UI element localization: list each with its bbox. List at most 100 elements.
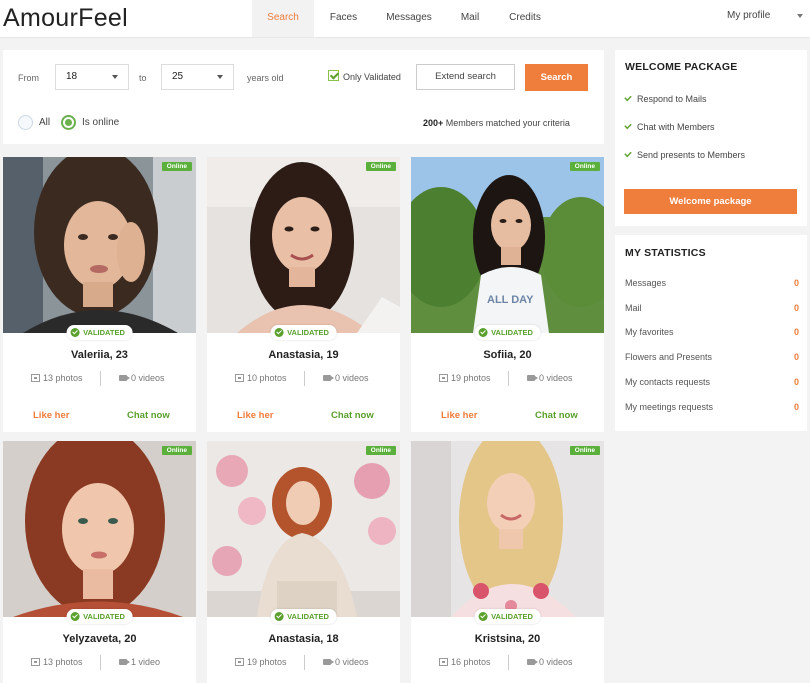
- validated-label: VALIDATED: [287, 612, 329, 621]
- members-matched-text: 200+ Members matched your criteria: [423, 118, 570, 128]
- radio-is-online[interactable]: [61, 115, 76, 130]
- nav-credits[interactable]: Credits: [495, 0, 555, 37]
- chat-now-button[interactable]: Chat now: [127, 410, 170, 421]
- validated-badge: VALIDATED: [270, 325, 337, 340]
- video-count-label: 0 videos: [539, 373, 573, 383]
- profile-card[interactable]: Online VALIDATED Kristsina, 20 16 photos…: [411, 441, 604, 683]
- profile-name[interactable]: Anastasia, 18: [207, 633, 400, 645]
- package-item-label: Respond to Mails: [637, 94, 707, 104]
- stat-label: Flowers and Presents: [625, 352, 713, 362]
- package-item-label: Send presents to Members: [637, 150, 746, 160]
- nav-search[interactable]: Search: [252, 0, 314, 37]
- from-label: From: [18, 73, 39, 83]
- check-icon: [624, 93, 632, 102]
- check-circle-icon: [478, 328, 488, 337]
- statistics-panel: MY STATISTICS Messages 0 Mail 0 My favorit…: [615, 235, 807, 431]
- like-her-button[interactable]: Like her: [237, 410, 273, 421]
- video-count-label: 0 videos: [539, 657, 573, 667]
- profile-name[interactable]: Valeriia, 23: [3, 349, 196, 361]
- stat-row-favorites[interactable]: My favorites 0: [625, 327, 799, 337]
- stat-label: Messages: [625, 278, 667, 288]
- package-item-label: Chat with Members: [637, 122, 715, 132]
- welcome-package-button[interactable]: Welcome package: [624, 189, 797, 214]
- top-header: AmourFeel Search Faces Messages Mail Cre…: [0, 0, 810, 38]
- video-icon: [323, 375, 334, 381]
- age-to-select[interactable]: 25: [161, 64, 234, 90]
- chevron-down-icon: [112, 75, 118, 79]
- validated-badge: VALIDATED: [474, 325, 541, 340]
- profile-card[interactable]: Online VALIDATED Yelyzaveta, 20 13 photo…: [3, 441, 196, 683]
- photo-icon: [235, 658, 244, 666]
- profile-name[interactable]: Kristsina, 20: [411, 633, 604, 645]
- video-icon: [119, 659, 130, 665]
- profile-name[interactable]: Yelyzaveta, 20: [3, 633, 196, 645]
- profile-card[interactable]: Online VALIDATED Valeriia, 23 13 photos …: [3, 157, 196, 432]
- profile-card[interactable]: Online VALIDATED Anastasia, 19 10 photos…: [207, 157, 400, 432]
- welcome-package-title: WELCOME PACKAGE: [625, 61, 738, 73]
- video-count: 0 videos: [527, 373, 573, 383]
- profile-photo[interactable]: Online: [207, 157, 400, 333]
- video-icon: [323, 659, 334, 665]
- chevron-down-icon[interactable]: [797, 14, 803, 18]
- video-count: 0 videos: [323, 657, 369, 667]
- photo-count: 19 photos: [439, 373, 491, 383]
- welcome-package-panel: WELCOME PACKAGE Respond to Mails Chat wi…: [615, 50, 807, 226]
- stat-value: 0: [793, 303, 799, 313]
- stat-label: Mail: [625, 303, 642, 313]
- profile-name[interactable]: Anastasia, 19: [207, 349, 400, 361]
- like-her-button[interactable]: Like her: [33, 410, 69, 421]
- divider: [508, 655, 509, 670]
- profile-photo[interactable]: Online: [411, 441, 604, 617]
- nav-mail[interactable]: Mail: [445, 0, 495, 37]
- site-logo[interactable]: AmourFeel: [3, 4, 128, 33]
- profile-card[interactable]: Online VALIDATED Anastasia, 18 19 photos…: [207, 441, 400, 683]
- photo-icon: [31, 658, 40, 666]
- validated-badge: VALIDATED: [66, 609, 133, 624]
- photo-count-label: 19 photos: [451, 373, 491, 383]
- profile-photo[interactable]: Online: [3, 157, 196, 333]
- profile-photo[interactable]: Online: [207, 441, 400, 617]
- validated-badge: VALIDATED: [474, 609, 541, 624]
- online-badge: Online: [161, 162, 192, 171]
- only-validated-checkbox[interactable]: [328, 70, 339, 81]
- profile-photo[interactable]: ALL DAY Online: [411, 157, 604, 333]
- video-icon: [527, 659, 538, 665]
- extend-search-button[interactable]: Extend search: [416, 64, 515, 90]
- age-to-value: 25: [172, 71, 184, 82]
- stat-row-mail[interactable]: Mail 0: [625, 303, 799, 313]
- media-counts: 19 photos 0 videos: [411, 371, 604, 387]
- chat-now-button[interactable]: Chat now: [535, 410, 578, 421]
- stat-row-flowers[interactable]: Flowers and Presents 0: [625, 352, 799, 362]
- video-count: 0 videos: [323, 373, 369, 383]
- profile-photo[interactable]: Online: [3, 441, 196, 617]
- like-her-button[interactable]: Like her: [441, 410, 477, 421]
- stat-row-meetings[interactable]: My meetings requests 0: [625, 402, 799, 412]
- validated-label: VALIDATED: [83, 328, 125, 337]
- stat-row-contacts[interactable]: My contacts requests 0: [625, 377, 799, 387]
- age-from-select[interactable]: 18: [55, 64, 129, 90]
- chat-now-button[interactable]: Chat now: [331, 410, 374, 421]
- search-button[interactable]: Search: [525, 64, 588, 91]
- validated-label: VALIDATED: [491, 612, 533, 621]
- only-validated-label[interactable]: Only Validated: [343, 72, 401, 82]
- stat-row-messages[interactable]: Messages 0: [625, 278, 799, 288]
- radio-all[interactable]: [18, 115, 33, 130]
- profile-card[interactable]: ALL DAY Online VALIDATED Sofiia, 20 19 p…: [411, 157, 604, 432]
- check-icon: [624, 121, 632, 130]
- nav-faces[interactable]: Faces: [314, 0, 373, 37]
- profile-name[interactable]: Sofiia, 20: [411, 349, 604, 361]
- my-profile-link[interactable]: My profile: [727, 10, 770, 21]
- age-from-value: 18: [66, 71, 78, 82]
- online-badge: Online: [569, 446, 600, 455]
- check-icon: [624, 149, 632, 158]
- media-counts: 16 photos 0 videos: [411, 655, 604, 671]
- video-count: 0 videos: [527, 657, 573, 667]
- media-counts: 13 photos 0 videos: [3, 371, 196, 387]
- online-badge: Online: [161, 446, 192, 455]
- radio-is-online-label[interactable]: Is online: [82, 117, 119, 128]
- validated-badge: VALIDATED: [270, 609, 337, 624]
- radio-all-label[interactable]: All: [39, 117, 50, 128]
- divider: [508, 371, 509, 386]
- media-counts: 10 photos 0 videos: [207, 371, 400, 387]
- nav-messages[interactable]: Messages: [373, 0, 445, 37]
